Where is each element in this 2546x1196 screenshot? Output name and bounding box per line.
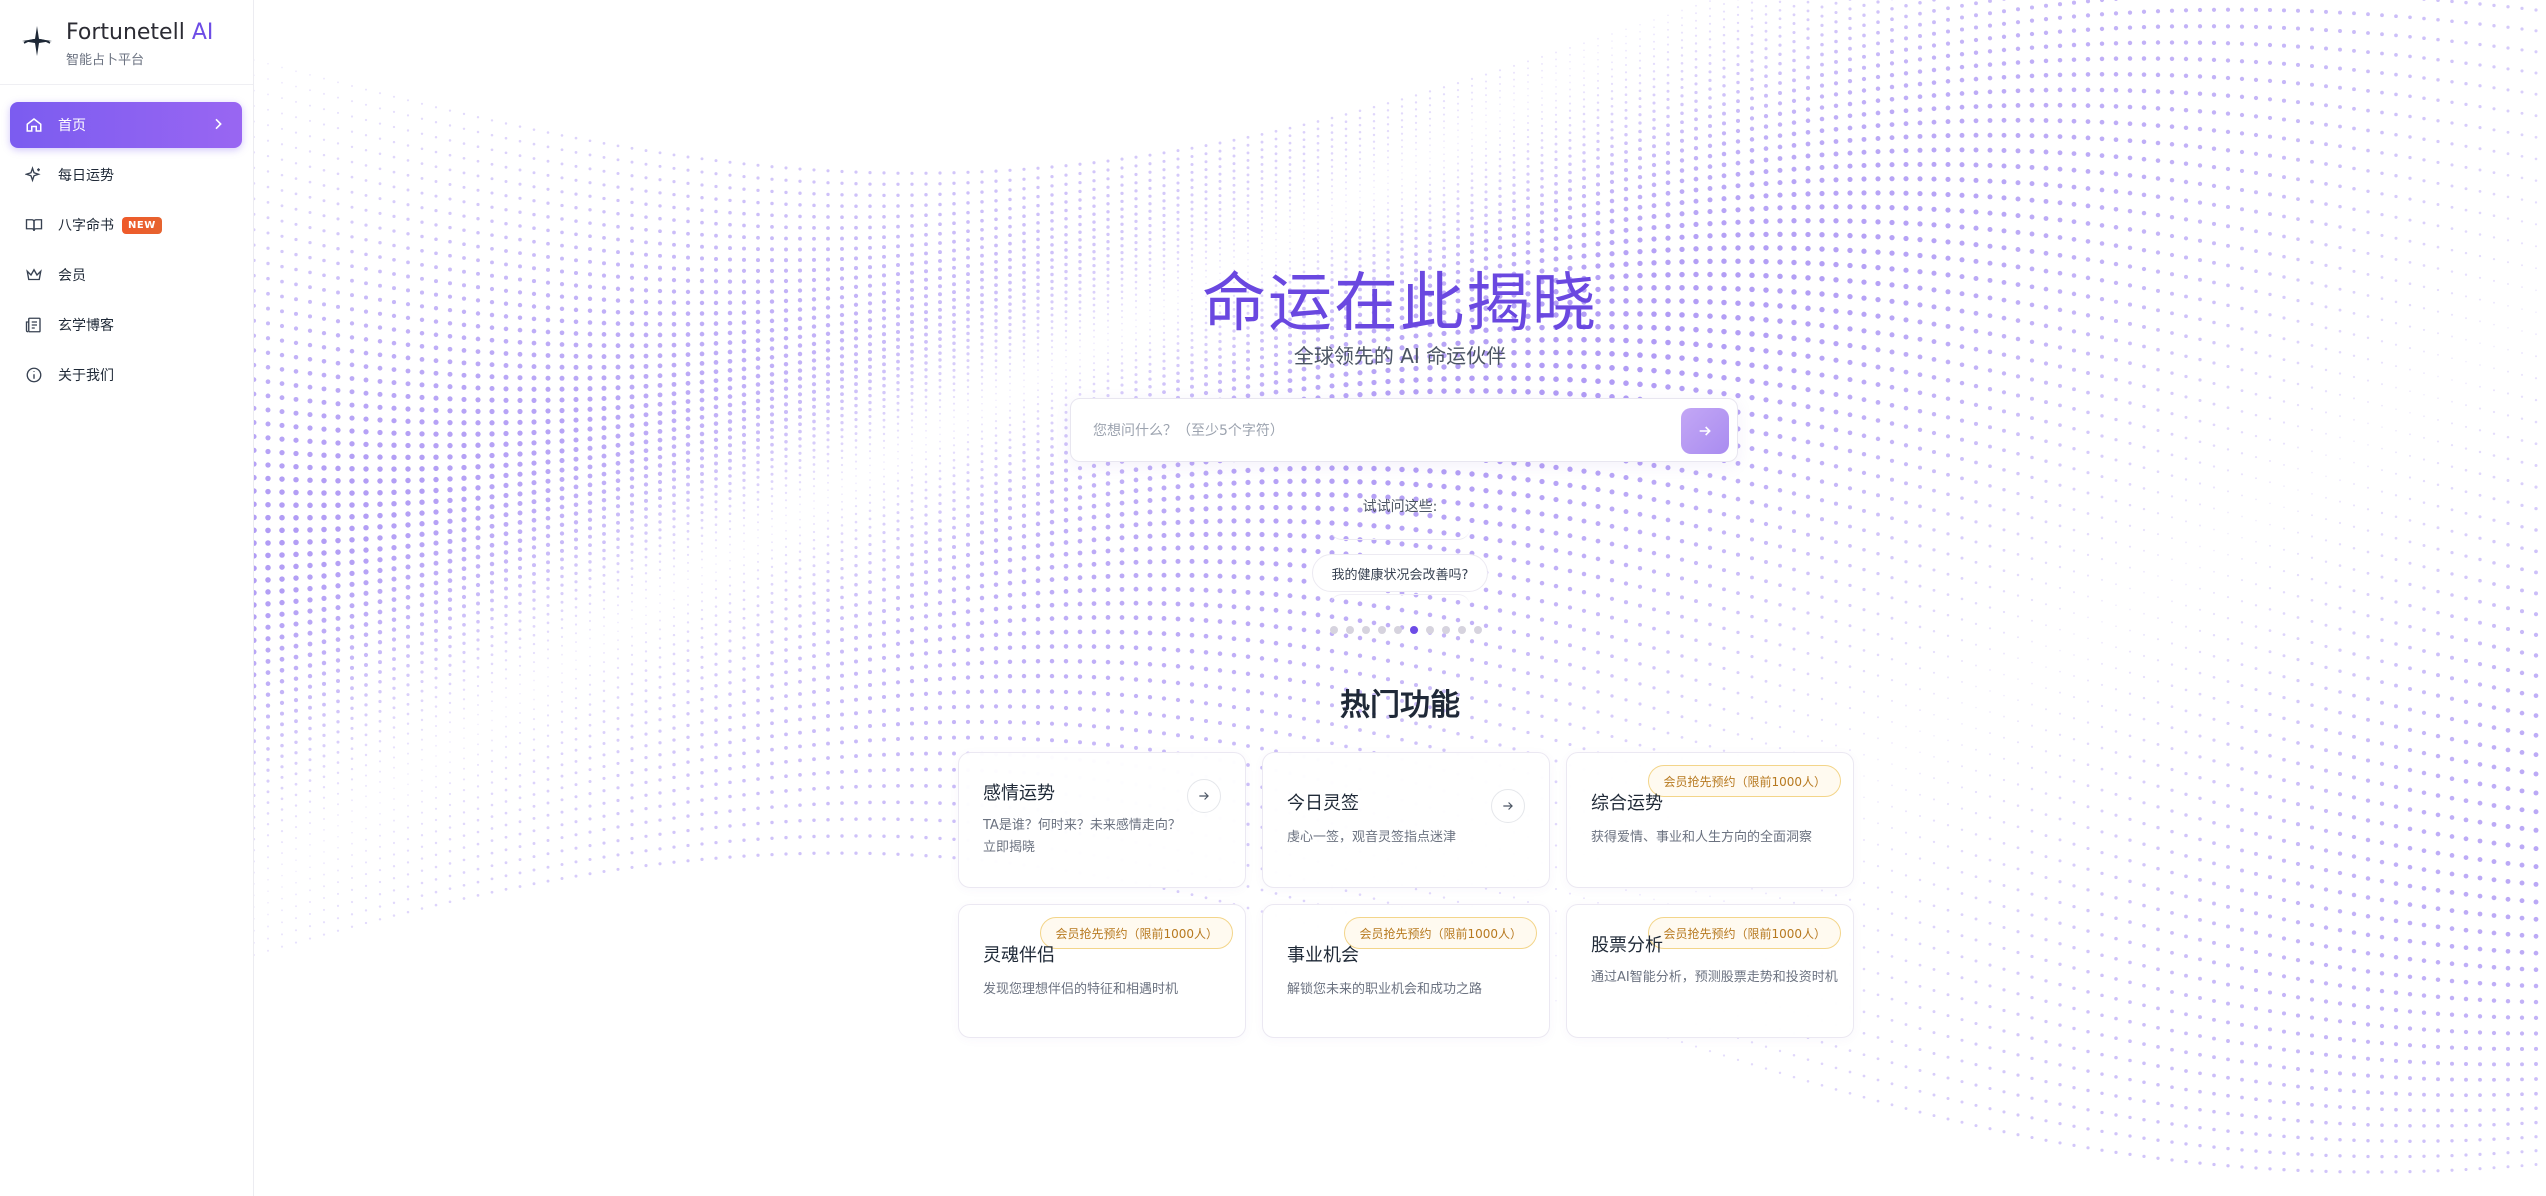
carousel-dots: [1330, 626, 1482, 634]
card-title: 股票分析: [1591, 935, 1663, 956]
newspaper-icon: [24, 315, 44, 335]
sidebar-item-home[interactable]: 首页: [10, 102, 242, 148]
carousel-dot[interactable]: [1330, 626, 1338, 634]
feature-card-soulmate[interactable]: 会员抢先预约（限前1000人） 灵魂伴侣 发现您理想伴侣的特征和相遇时机: [958, 904, 1246, 1038]
carousel-dot[interactable]: [1410, 626, 1418, 634]
new-badge: NEW: [122, 216, 162, 234]
sidebar-item-label: 每日运势: [58, 168, 114, 184]
sidebar-item-about[interactable]: 关于我们: [10, 352, 242, 398]
member-preorder-badge: 会员抢先预约（限前1000人）: [1344, 917, 1537, 949]
feature-card-stocks[interactable]: 会员抢先预约（限前1000人） 股票分析 通过AI智能分析，预测股票走势和投资时…: [1566, 904, 1854, 1038]
carousel-dot[interactable]: [1458, 626, 1466, 634]
carousel-dot[interactable]: [1474, 626, 1482, 634]
arrow-right-icon: [1699, 426, 1711, 436]
sidebar-item-label: 玄学博客: [58, 318, 114, 334]
card-title: 事业机会: [1287, 945, 1359, 966]
card-title: 灵魂伴侣: [983, 945, 1055, 966]
sidebar-item-label: 会员: [58, 268, 86, 284]
star-logo-icon: [22, 26, 52, 56]
card-title: 感情运势: [983, 783, 1055, 804]
carousel-dot[interactable]: [1442, 626, 1450, 634]
sidebar-item-daily-fortune[interactable]: 每日运势: [10, 152, 242, 198]
member-preorder-badge: 会员抢先预约（限前1000人）: [1648, 765, 1841, 797]
card-title: 综合运势: [1591, 793, 1663, 814]
arrow-right-icon[interactable]: [1187, 779, 1221, 813]
suggestion-ghost-prev: [1330, 528, 1470, 540]
carousel-dot[interactable]: [1362, 626, 1370, 634]
card-description: 获得爱情、事业和人生方向的全面洞察: [1591, 830, 1813, 845]
sidebar-nav: 首页 每日运势 八字命书 NEW 会员 玄学博客 关于我们: [10, 102, 242, 402]
search-box: [1070, 398, 1738, 462]
brand[interactable]: Fortunetell AI 智能占卜平台: [20, 20, 213, 68]
main-content: 命运在此揭晓 全球领先的 AI 命运伙伴 试试问这些: 我的健康状况会改善吗? …: [254, 0, 2546, 1196]
sidebar-item-label: 八字命书: [58, 218, 114, 234]
card-description: TA是谁？何时来？未来感情走向？立即揭晓: [983, 818, 1181, 855]
feature-card-daily-lot[interactable]: 今日灵签 虔心一签，观音灵签指点迷津: [1262, 752, 1550, 888]
hero-subtitle: 全球领先的 AI 命运伙伴: [1293, 344, 1507, 368]
card-description: 解锁您未来的职业机会和成功之路: [1287, 982, 1483, 997]
divider: [0, 84, 253, 85]
app-root: Fortunetell AI 智能占卜平台 首页 每日运势 八字命书 NEW 会…: [0, 0, 2546, 1196]
arrow-right-icon[interactable]: [1491, 789, 1525, 823]
sidebar-item-label: 首页: [58, 118, 86, 134]
question-input[interactable]: [1093, 417, 1653, 445]
sidebar-item-blog[interactable]: 玄学博客: [10, 302, 242, 348]
book-icon: [24, 215, 44, 235]
sidebar: Fortunetell AI 智能占卜平台 首页 每日运势 八字命书 NEW 会…: [0, 0, 254, 1196]
sparkles-icon: [24, 165, 44, 185]
card-description: 虔心一签，观音灵签指点迷津: [1287, 830, 1457, 845]
features-title: 热门功能: [1340, 688, 1460, 723]
crown-icon: [24, 265, 44, 285]
chevron-right-icon: [215, 118, 222, 130]
member-preorder-badge: 会员抢先预约（限前1000人）: [1648, 917, 1841, 949]
home-icon: [24, 115, 44, 135]
member-preorder-badge: 会员抢先预约（限前1000人）: [1040, 917, 1233, 949]
sidebar-item-bazi-book[interactable]: 八字命书 NEW: [10, 202, 242, 248]
brand-subtitle: 智能占卜平台: [66, 53, 145, 68]
sidebar-item-label: 关于我们: [58, 368, 114, 384]
suggestions-label: 试试问这些:: [1362, 499, 1438, 515]
brand-name: Fortunetell AI: [66, 20, 214, 45]
submit-button[interactable]: [1681, 408, 1729, 454]
feature-card-career[interactable]: 会员抢先预约（限前1000人） 事业机会 解锁您未来的职业机会和成功之路: [1262, 904, 1550, 1038]
info-icon: [24, 365, 44, 385]
carousel-dot[interactable]: [1426, 626, 1434, 634]
sidebar-item-membership[interactable]: 会员: [10, 252, 242, 298]
carousel-dot[interactable]: [1394, 626, 1402, 634]
suggestion-chip[interactable]: 我的健康状况会改善吗?: [1312, 554, 1488, 592]
card-description: 通过AI智能分析，预测股票走势和投资时机: [1591, 970, 1838, 985]
feature-card-love[interactable]: 感情运势 TA是谁？何时来？未来感情走向？立即揭晓: [958, 752, 1246, 888]
card-title: 今日灵签: [1287, 793, 1359, 814]
card-description: 发现您理想伴侣的特征和相遇时机: [983, 982, 1179, 997]
carousel-dot[interactable]: [1346, 626, 1354, 634]
hero-title: 命运在此揭晓: [1202, 267, 1598, 341]
carousel-dot[interactable]: [1378, 626, 1386, 634]
suggestion-ghost-next: [1330, 594, 1470, 606]
feature-card-overall[interactable]: 会员抢先预约（限前1000人） 综合运势 获得爱情、事业和人生方向的全面洞察: [1566, 752, 1854, 888]
